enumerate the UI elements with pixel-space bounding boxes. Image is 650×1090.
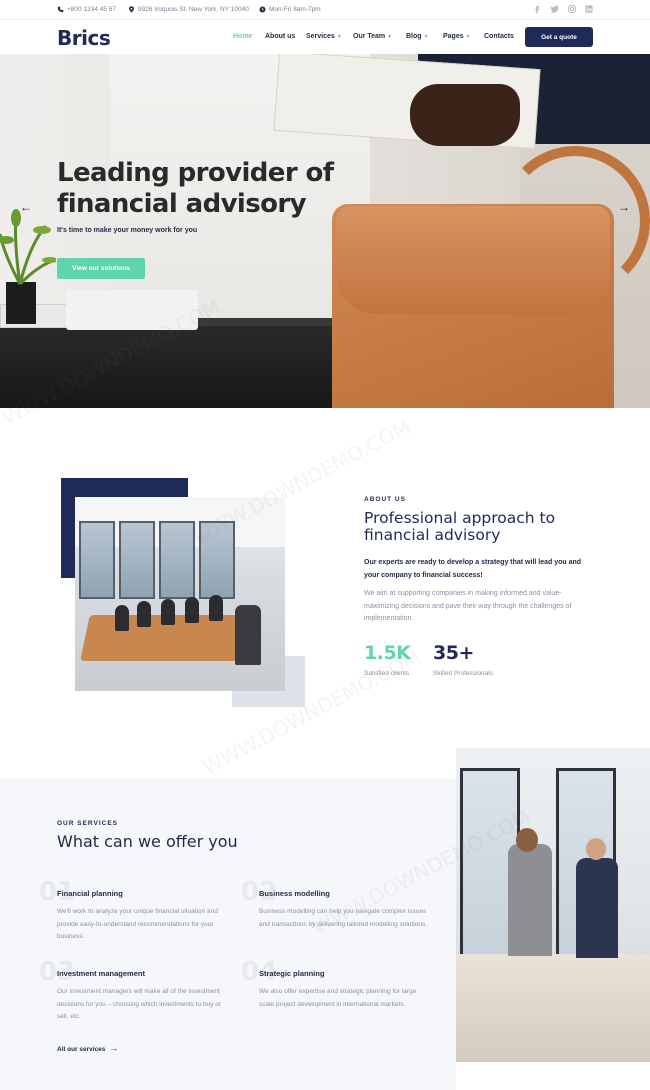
window: [79, 521, 115, 599]
hours-text: Mon-Fri 8am-7pm: [269, 6, 321, 13]
person: [115, 605, 129, 631]
service-card[interactable]: 01 Financial planning We'll work to anal…: [39, 877, 227, 944]
arrow-right-icon: →: [109, 1043, 119, 1053]
nav-contacts[interactable]: Contacts: [484, 33, 514, 40]
person: [137, 601, 151, 627]
clock-icon: [259, 6, 266, 13]
man-head: [586, 838, 606, 860]
nav-services[interactable]: Services ▼: [306, 33, 342, 40]
linkedin-icon[interactable]: [585, 5, 593, 13]
twitter-icon[interactable]: [550, 5, 559, 13]
stat-label: Skilled Professionals: [433, 670, 493, 677]
about-body: We aim at supporting companies in making…: [364, 590, 572, 622]
service-card[interactable]: 03 Investment management Our investment …: [39, 957, 227, 1024]
service-text: We also offer expertise and strategic pl…: [259, 988, 417, 1008]
chevron-down-icon: ▼: [423, 34, 429, 40]
nav-pages[interactable]: Pages ▼: [443, 33, 471, 40]
service-card[interactable]: 04 Strategic planning We also offer expe…: [241, 957, 429, 1011]
stat-professionals: 35+ Skilled Professionals: [433, 642, 493, 677]
address-info: 9926 Iroquois St. New York, NY 10040: [128, 6, 249, 13]
slider-next-arrow-icon[interactable]: →: [618, 200, 630, 214]
plant-image: [0, 209, 56, 324]
hero-title-line1: Leading provider of: [57, 158, 334, 188]
person: [209, 595, 223, 621]
slider-prev-arrow-icon[interactable]: ←: [20, 200, 32, 214]
service-title: Investment management: [57, 969, 145, 978]
stat-value: 35+: [433, 642, 474, 664]
phone-info[interactable]: +800 1234 45 67: [57, 6, 116, 13]
service-text: Our investment managers will make all of…: [57, 988, 222, 1020]
nav-our-team[interactable]: Our Team ▼: [353, 33, 392, 40]
person: [161, 599, 175, 625]
nav-services-label: Services: [306, 33, 335, 40]
instagram-icon[interactable]: [568, 5, 576, 13]
hero-title-line2: financial advisory: [57, 189, 307, 219]
hero-hand: [410, 84, 520, 146]
social-links: [533, 5, 593, 13]
get-quote-button[interactable]: Get a quote: [525, 27, 593, 47]
nav-blog-label: Blog: [406, 33, 422, 40]
site-logo[interactable]: Brics: [57, 26, 111, 50]
nav-blog[interactable]: Blog ▼: [406, 33, 429, 40]
all-services-label: All our services: [57, 1046, 106, 1053]
view-solutions-button[interactable]: View our solutions: [57, 258, 145, 279]
window: [159, 521, 195, 599]
all-services-link[interactable]: All our services →: [57, 1043, 118, 1053]
meeting-room-image: [75, 497, 285, 691]
table: [456, 954, 650, 1062]
service-text: We'll work to analyze your unique financ…: [57, 908, 218, 940]
services-tag: OUR SERVICES: [57, 820, 119, 827]
main-header: Brics Home About us Services ▼ Our Team ▼ …: [0, 20, 650, 54]
service-title: Financial planning: [57, 889, 123, 898]
man-grey-suit: [508, 844, 552, 956]
hero-title: Leading provider of financial advisory: [57, 158, 334, 220]
man-navy-suit: [576, 858, 618, 958]
business-people-image: [456, 748, 650, 1062]
about-tag: ABOUT US: [364, 496, 406, 503]
person: [235, 605, 261, 665]
person: [185, 597, 199, 623]
phone-icon: [57, 6, 64, 13]
window: [119, 521, 155, 599]
nav-pages-label: Pages: [443, 33, 464, 40]
address-text: 9926 Iroquois St. New York, NY 10040: [138, 6, 249, 13]
top-info-bar: +800 1234 45 67 9926 Iroquois St. New Yo…: [0, 0, 650, 20]
nav-our-team-label: Our Team: [353, 33, 386, 40]
about-lead: Our experts are ready to develop a strat…: [364, 559, 582, 579]
location-pin-icon: [129, 6, 134, 13]
chevron-down-icon: ▼: [387, 34, 393, 40]
facebook-icon[interactable]: [533, 5, 541, 13]
hours-info: Mon-Fri 8am-7pm: [259, 6, 321, 13]
chevron-down-icon: ▼: [336, 34, 342, 40]
phone-text: +800 1234 45 67: [67, 6, 116, 13]
hero-subtitle: It's time to make your money work for yo…: [57, 227, 198, 234]
chevron-down-icon: ▼: [465, 34, 471, 40]
nav-home[interactable]: Home: [233, 33, 252, 40]
nav-about-us[interactable]: About us: [265, 33, 295, 40]
services-title: What can we offer you: [57, 832, 238, 851]
service-title: Strategic planning: [259, 969, 325, 978]
about-title: Professional approach to financial advis…: [364, 509, 556, 544]
leather-bag-flap: [336, 206, 610, 314]
